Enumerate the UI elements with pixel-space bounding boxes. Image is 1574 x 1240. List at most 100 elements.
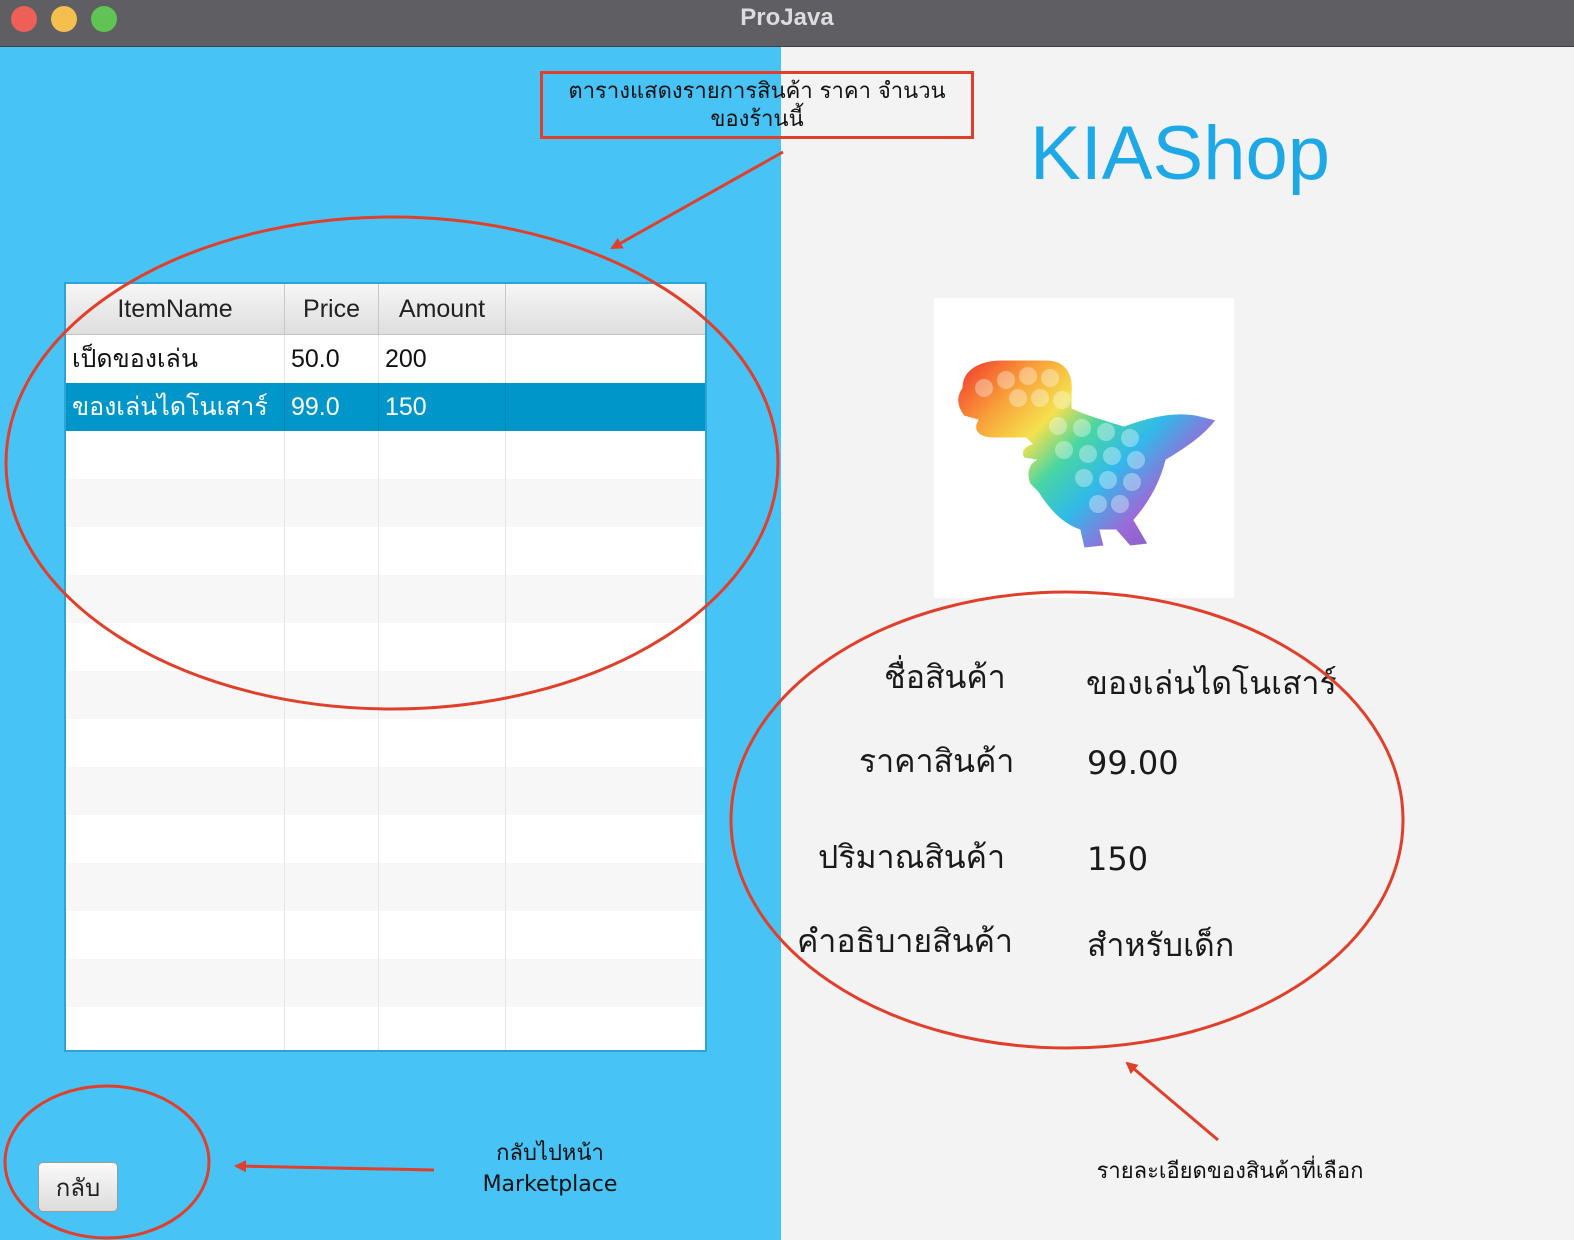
table-row-empty[interactable]	[66, 623, 705, 671]
cell-empty	[506, 959, 705, 1007]
product-description-label: คำอธิบายสินค้า	[797, 922, 1013, 960]
cell-empty	[285, 1007, 379, 1050]
table-row-empty[interactable]	[66, 959, 705, 1007]
table-row-selected[interactable]: ของเล่นไดโนเสาร์ 99.0 150	[66, 383, 705, 431]
cell-empty	[66, 959, 285, 1007]
cell-empty	[285, 911, 379, 959]
shop-title: KIAShop	[1030, 111, 1330, 196]
table-row-empty[interactable]	[66, 575, 705, 623]
cell-item-name: ของเล่นไดโนเสาร์	[66, 383, 285, 431]
window-titlebar: ProJava	[0, 0, 1574, 47]
cell-empty	[379, 815, 506, 863]
cell-empty	[506, 527, 705, 575]
cell-empty	[285, 479, 379, 527]
cell-empty	[506, 911, 705, 959]
table-row-empty[interactable]	[66, 719, 705, 767]
cell-empty	[379, 719, 506, 767]
product-description-value: สำหรับเด็ก	[1087, 926, 1235, 964]
cell-empty	[506, 431, 705, 479]
table-row-empty[interactable]	[66, 911, 705, 959]
cell-empty	[506, 575, 705, 623]
cell-empty	[285, 623, 379, 671]
column-header-empty[interactable]	[506, 284, 705, 334]
cell-empty	[379, 671, 506, 719]
cell-empty	[506, 719, 705, 767]
table-row-empty[interactable]	[66, 527, 705, 575]
back-annotation-line2: Marketplace	[482, 1172, 618, 1197]
cell-empty	[66, 479, 285, 527]
table-row[interactable]: เป็ดของเล่น 50.0 200	[66, 335, 705, 383]
cell-empty	[285, 959, 379, 1007]
detail-annotation: รายละเอียดของสินค้าที่เลือก	[1096, 1159, 1364, 1184]
cell-empty	[285, 863, 379, 911]
product-table[interactable]: ItemName Price Amount เป็ดของเล่น 50.0 2…	[64, 282, 707, 1052]
cell-empty	[379, 431, 506, 479]
cell-empty	[379, 959, 506, 1007]
table-row-empty[interactable]	[66, 815, 705, 863]
cell-empty	[285, 527, 379, 575]
column-header-itemname[interactable]: ItemName	[66, 284, 285, 334]
cell-empty	[379, 623, 506, 671]
product-amount-label: ปริมาณสินค้า	[818, 838, 1006, 876]
product-price-label: ราคาสินค้า	[859, 742, 1015, 780]
cell-empty	[66, 815, 285, 863]
table-row-empty[interactable]	[66, 767, 705, 815]
cell-empty	[66, 431, 285, 479]
cell-empty	[285, 815, 379, 863]
table-annotation-line1: ตารางแสดงรายการสินค้า ราคา จำนวน	[568, 79, 946, 104]
cell-empty	[66, 1007, 285, 1050]
back-annotation: กลับไปหน้า Marketplace	[440, 1138, 660, 1200]
cell-empty	[285, 671, 379, 719]
cell-price: 50.0	[285, 335, 379, 383]
table-row-empty[interactable]	[66, 431, 705, 479]
cell-price: 99.0	[285, 383, 379, 431]
cell-empty	[379, 767, 506, 815]
window-title: ProJava	[740, 4, 834, 31]
right-panel	[781, 47, 1574, 1240]
cell-empty	[285, 719, 379, 767]
back-annotation-line1: กลับไปหน้า	[496, 1141, 604, 1166]
cell-empty	[66, 527, 285, 575]
product-price-value: 99.00	[1087, 744, 1179, 782]
cell-empty	[66, 863, 285, 911]
cell-empty	[506, 767, 705, 815]
cell-empty	[66, 575, 285, 623]
cell-item-name: เป็ดของเล่น	[66, 335, 285, 383]
column-header-price[interactable]: Price	[285, 284, 379, 334]
cell-empty	[66, 671, 285, 719]
product-image	[934, 298, 1234, 598]
cell-empty	[379, 863, 506, 911]
table-annotation-box: ตารางแสดงรายการสินค้า ราคา จำนวน ของร้าน…	[540, 71, 974, 139]
cell-amount: 200	[379, 335, 506, 383]
cell-empty	[285, 767, 379, 815]
table-row-empty[interactable]	[66, 863, 705, 911]
cell-empty	[506, 479, 705, 527]
cell-empty	[506, 815, 705, 863]
back-button[interactable]: กลับ	[38, 1162, 118, 1212]
table-header: ItemName Price Amount	[66, 284, 705, 335]
cell-empty	[66, 767, 285, 815]
column-header-amount[interactable]: Amount	[379, 284, 506, 334]
cell-empty	[66, 911, 285, 959]
cell-empty	[379, 527, 506, 575]
cell-empty	[506, 863, 705, 911]
cell-empty	[379, 575, 506, 623]
cell-empty	[506, 383, 705, 431]
dinosaur-toy-icon	[957, 359, 1217, 549]
table-row-empty[interactable]	[66, 1007, 705, 1050]
cell-empty	[379, 1007, 506, 1050]
table-annotation-line2: ของร้านนี้	[710, 107, 804, 132]
product-name-value: ของเล่นไดโนเสาร์	[1086, 664, 1337, 702]
product-amount-value: 150	[1087, 840, 1149, 878]
cell-empty	[285, 575, 379, 623]
cell-empty	[285, 431, 379, 479]
table-row-empty[interactable]	[66, 479, 705, 527]
cell-empty	[66, 623, 285, 671]
cell-empty	[66, 719, 285, 767]
table-row-empty[interactable]	[66, 671, 705, 719]
cell-empty	[506, 1007, 705, 1050]
cell-empty	[379, 911, 506, 959]
cell-empty	[506, 623, 705, 671]
cell-empty	[506, 671, 705, 719]
cell-empty	[379, 479, 506, 527]
